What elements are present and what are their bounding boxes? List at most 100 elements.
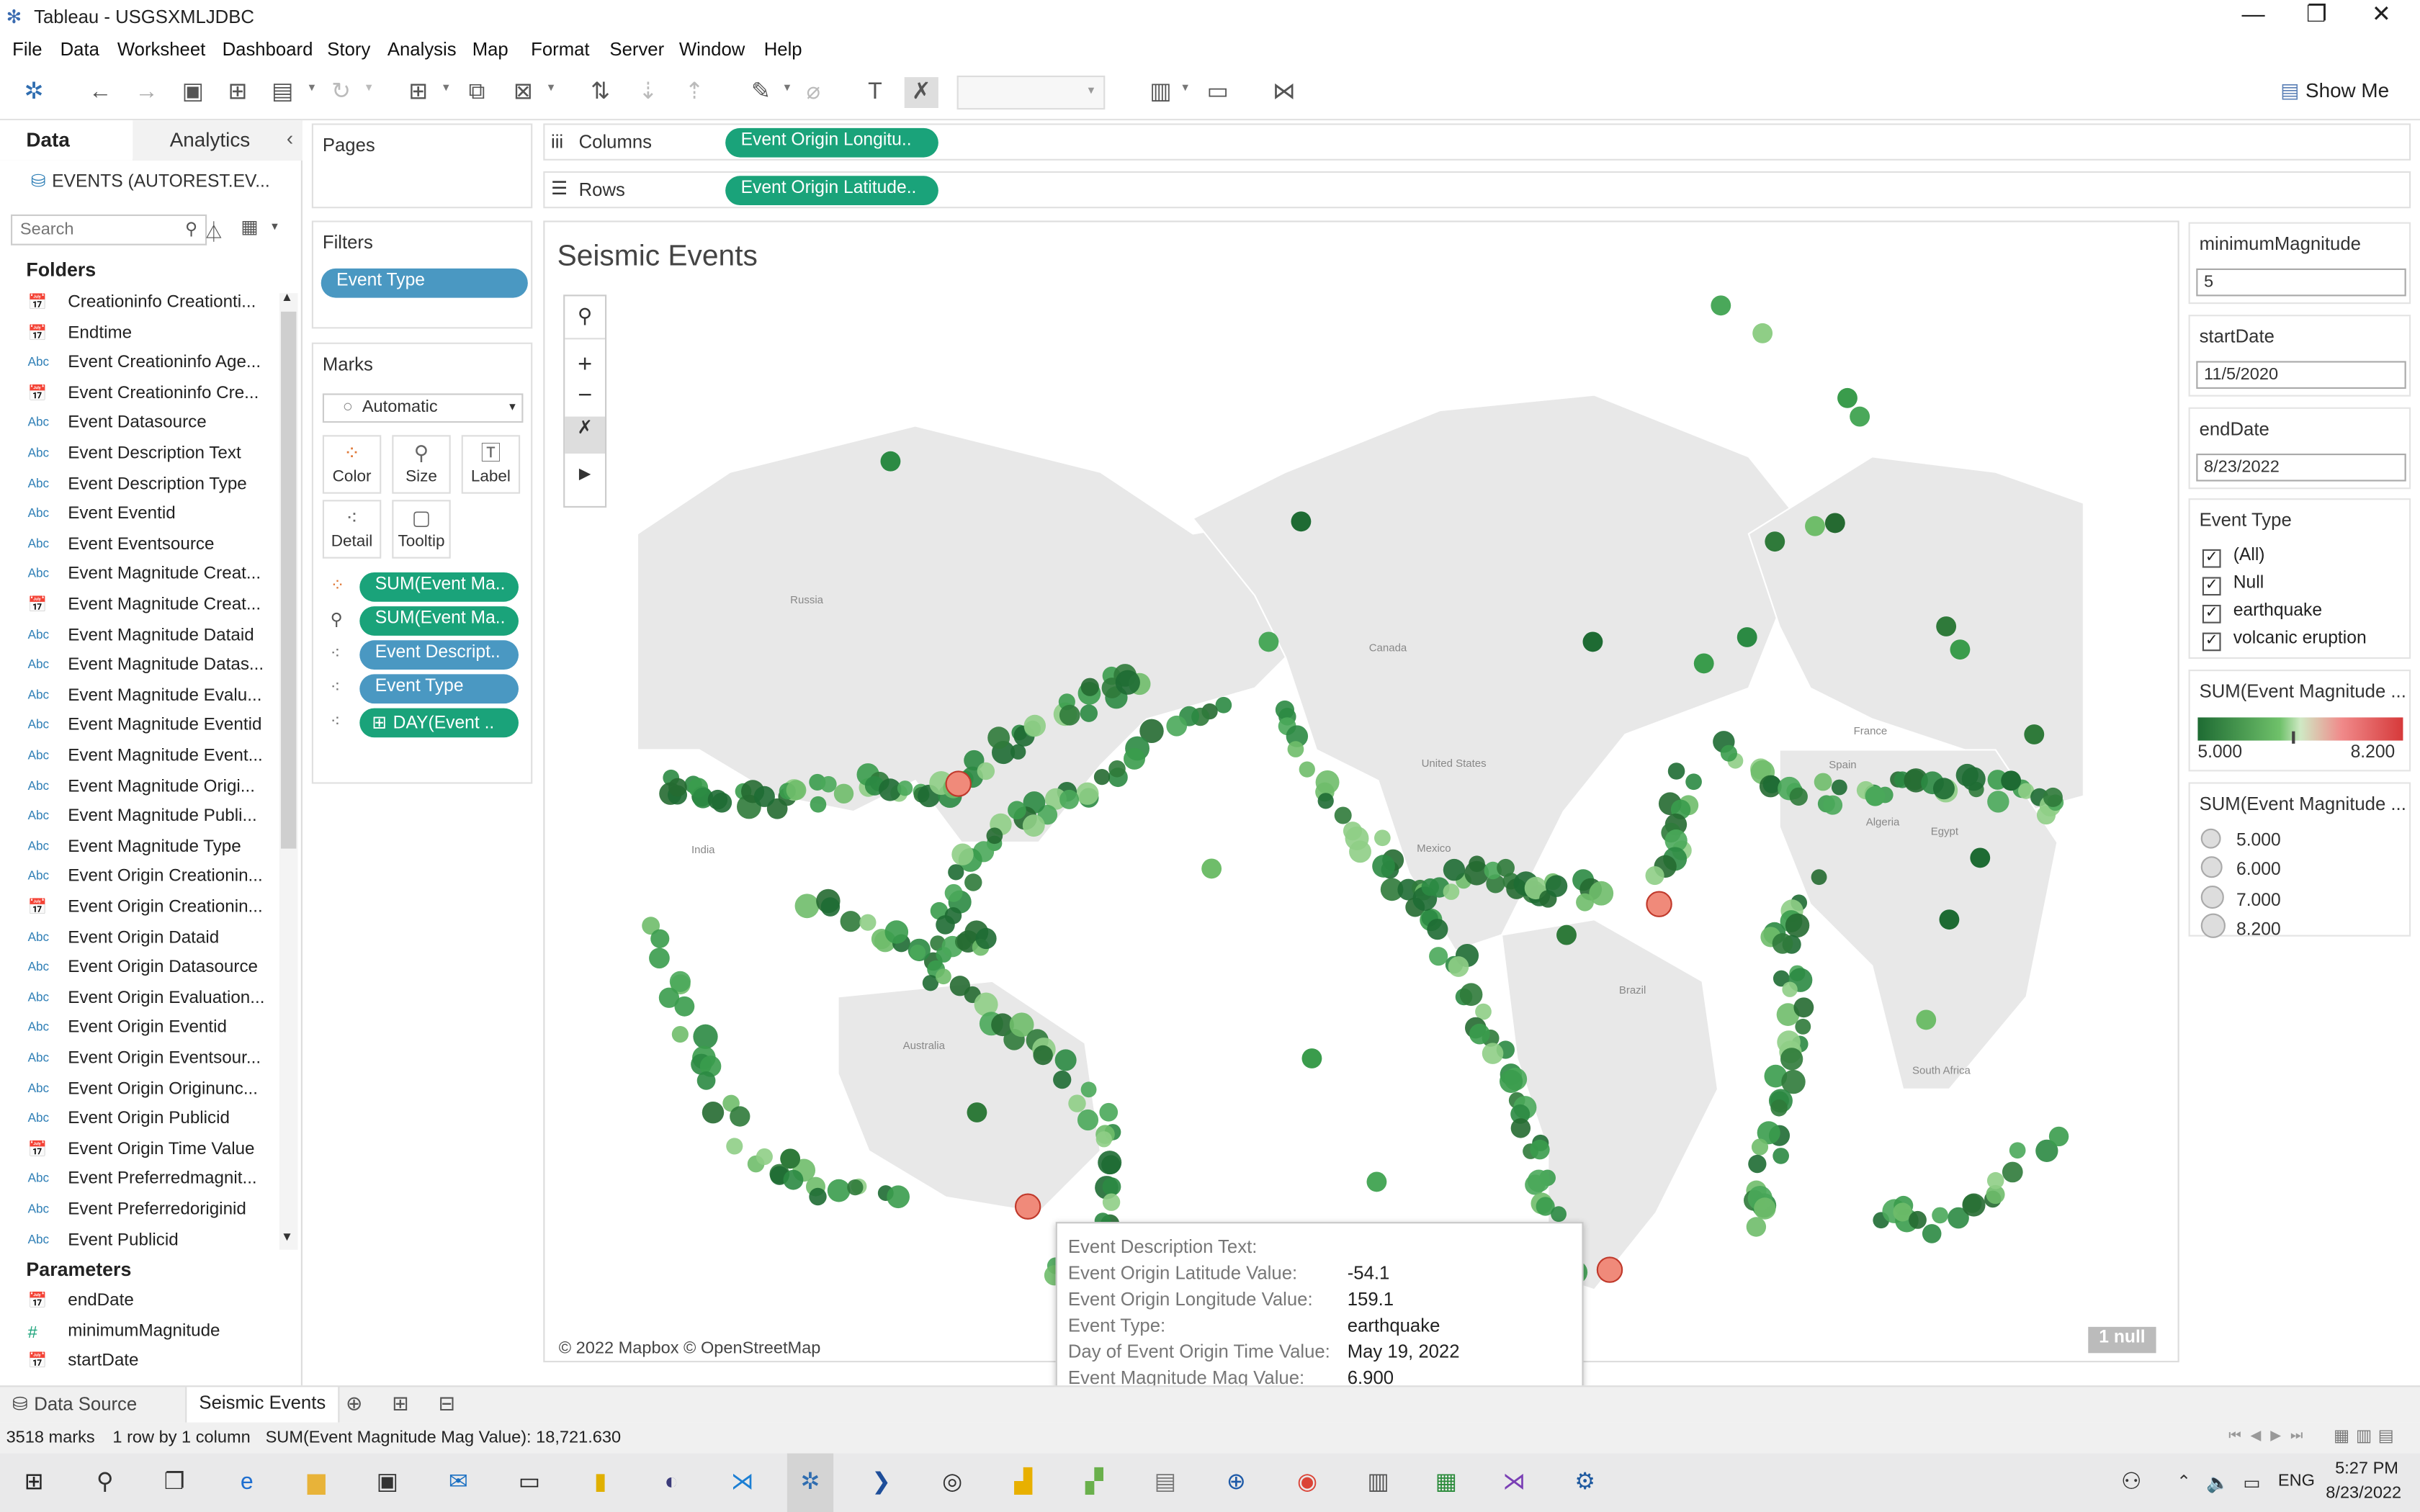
app-icon[interactable]: ◎ [932, 1464, 972, 1501]
sort-ascending-icon[interactable]: ⇣ [631, 77, 665, 108]
tableau-taskbar-icon[interactable]: ✲ [786, 1453, 834, 1512]
chevron-down-icon[interactable]: ▾ [784, 80, 791, 94]
earthquake-mark[interactable] [910, 944, 926, 960]
earthquake-mark[interactable] [884, 920, 909, 944]
earthquake-mark[interactable] [1589, 881, 1614, 906]
clock-date[interactable]: 8/23/2022 [2326, 1484, 2401, 1503]
show-labels-icon[interactable]: T [858, 77, 892, 108]
earthquake-mark[interactable] [1299, 761, 1315, 778]
earthquake-mark[interactable] [1811, 869, 1827, 886]
marks-pill-color[interactable]: SUM(Event Ma.. [359, 572, 519, 602]
chevron-down-icon[interactable]: ▾ [1182, 80, 1188, 94]
earthquake-mark[interactable] [1711, 295, 1731, 316]
scrollbar-thumb[interactable] [281, 311, 297, 849]
field-item[interactable]: Abc Event Origin Creationin... [0, 865, 274, 894]
earthquake-mark[interactable] [1372, 855, 1395, 878]
earthquake-mark[interactable] [1645, 866, 1664, 886]
sort-descending-icon[interactable]: ⇡ [678, 77, 712, 108]
field-item[interactable]: Abc Event Magnitude Dataid [0, 623, 274, 652]
earthquake-mark[interactable] [1080, 704, 1098, 722]
earthquake-mark[interactable] [1095, 1131, 1112, 1148]
earthquake-mark[interactable] [1793, 997, 1814, 1018]
menu-analysis[interactable]: Analysis [387, 39, 457, 60]
globe-icon[interactable]: ⊕ [1216, 1464, 1257, 1501]
minimize-button[interactable]: — [2223, 0, 2285, 34]
earthquake-mark[interactable] [1059, 704, 1080, 726]
earthquake-mark[interactable] [1443, 883, 1460, 900]
sheet-nav-icons[interactable]: ⏮◀▶⏭ [2228, 1427, 2312, 1444]
field-item[interactable]: Abc Event Creationinfo Age... [0, 351, 274, 380]
start-date-input[interactable]: 11/5/2020 [2196, 361, 2406, 389]
earthquake-mark[interactable] [1510, 1118, 1531, 1138]
mail-icon[interactable]: ✉ [439, 1464, 479, 1501]
earthquake-mark[interactable] [1795, 1018, 1811, 1035]
chevron-down-icon[interactable]: ▾ [548, 80, 555, 94]
earthquake-mark[interactable] [1068, 1094, 1086, 1112]
min-magnitude-input[interactable]: 5 [2196, 268, 2406, 297]
earthquake-mark[interactable] [977, 762, 995, 780]
earthquake-mark[interactable] [1366, 1171, 1387, 1192]
earthquake-mark[interactable] [2001, 770, 2022, 791]
menu-dashboard[interactable]: Dashboard [223, 39, 313, 60]
earthquake-mark[interactable] [1469, 1023, 1490, 1045]
chevron-down-icon[interactable]: ▾ [366, 80, 372, 94]
earthquake-mark[interactable] [820, 775, 837, 793]
parameter-item[interactable]: # minimumMagnitude [0, 1318, 274, 1348]
earthquake-mark[interactable] [786, 780, 807, 801]
earthquake-mark[interactable] [783, 1169, 804, 1190]
size-button[interactable]: ⚲ Size [392, 435, 451, 494]
earthquake-mark[interactable] [1349, 840, 1371, 863]
field-item[interactable]: Abc Event Magnitude Origi... [0, 774, 274, 804]
field-item[interactable]: Abc Event Eventsource [0, 532, 274, 562]
earthquake-mark[interactable] [1772, 932, 1793, 954]
earthquake-mark[interactable] [1469, 855, 1485, 873]
earthquake-mark[interactable] [1782, 981, 1798, 997]
zoom-in-icon[interactable]: + [565, 352, 605, 383]
earthquake-mark[interactable] [1108, 760, 1126, 778]
earthquake-mark[interactable] [650, 929, 670, 948]
collapse-pane-icon[interactable]: ‹ [287, 127, 293, 150]
earthquake-mark[interactable] [1685, 773, 1702, 791]
earthquake-mark[interactable] [1837, 387, 1857, 408]
earthquake-mark[interactable] [674, 996, 695, 1017]
chrome-icon[interactable]: ◉ [1287, 1464, 1327, 1501]
detail-button[interactable]: ⁖ Detail [322, 500, 382, 559]
earthquake-mark[interactable] [1334, 806, 1352, 824]
earthquake-mark[interactable] [1317, 793, 1334, 809]
color-ramp[interactable] [2197, 717, 2403, 741]
field-item[interactable]: Abc Event Publicid [0, 1228, 274, 1257]
earthquake-mark[interactable] [2043, 787, 2063, 807]
share-icon[interactable]: ⋈ [1267, 77, 1301, 108]
earthquake-mark[interactable] [1932, 778, 1955, 800]
menu-window[interactable]: Window [679, 39, 745, 60]
pause-updates-icon[interactable]: ▤ [266, 77, 300, 108]
earthquake-mark[interactable] [1101, 1155, 1121, 1174]
earthquake-mark[interactable] [897, 780, 913, 796]
map-attribution[interactable]: © 2022 Mapbox © OpenStreetMap [559, 1339, 821, 1358]
people-icon[interactable]: ⚇ [2111, 1464, 2151, 1501]
menu-help[interactable]: Help [764, 39, 802, 60]
earthquake-mark[interactable] [1785, 913, 1810, 937]
earthquake-mark[interactable] [964, 873, 982, 891]
earthquake-mark[interactable] [1102, 1193, 1121, 1211]
event-type-option-earthquake[interactable]: ✓ earthquake [2202, 602, 2322, 624]
zoom-out-icon[interactable]: − [565, 382, 605, 416]
highlight-icon[interactable]: ✎ [744, 77, 778, 108]
earthquake-mark[interactable] [1545, 875, 1568, 897]
earthquake-mark[interactable] [1936, 616, 1957, 636]
earthquake-mark-high[interactable] [945, 770, 972, 797]
end-date-input[interactable]: 8/23/2022 [2196, 454, 2406, 482]
null-indicator[interactable]: 1 null [2088, 1326, 2156, 1354]
earthquake-mark[interactable] [1736, 627, 1757, 647]
earthquake-mark[interactable] [1720, 744, 1737, 762]
earthquake-mark[interactable] [833, 783, 854, 804]
chart-app-icon[interactable]: ▟ [1003, 1464, 1044, 1501]
earthquake-mark[interactable] [809, 1187, 827, 1206]
map-search-icon[interactable]: ⚲ [565, 296, 605, 340]
parameter-item[interactable]: 📅 endDate [0, 1288, 274, 1318]
earthquake-mark[interactable] [726, 1138, 743, 1155]
earthquake-mark[interactable] [1773, 1148, 1789, 1164]
earthquake-mark[interactable] [696, 1071, 716, 1090]
earthquake-mark[interactable] [756, 1148, 773, 1166]
earthquake-mark[interactable] [859, 914, 877, 931]
